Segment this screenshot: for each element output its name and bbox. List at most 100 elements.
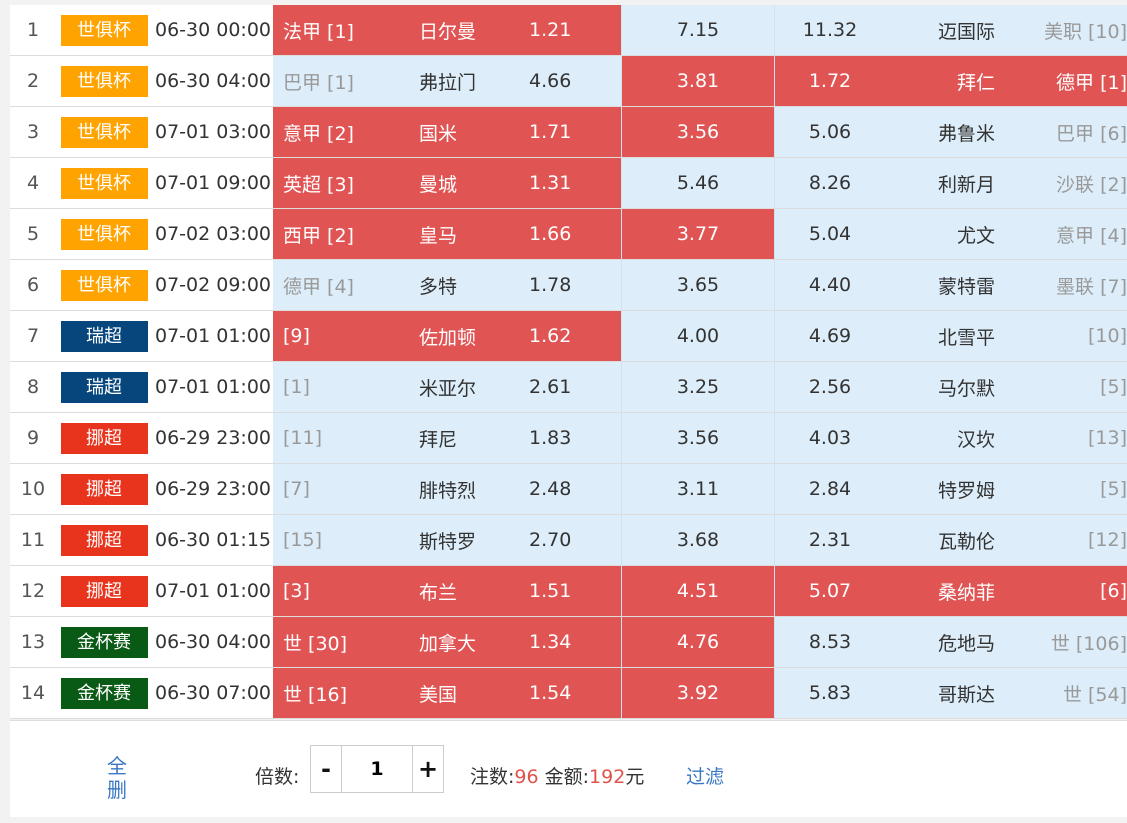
away-win-odds[interactable]: 4.03 [774,412,885,464]
away-rank[interactable]: [10] [1017,310,1127,362]
draw-odds[interactable]: 3.65 [621,259,775,311]
home-win-odds[interactable]: 2.70 [525,514,622,566]
draw-odds[interactable]: 4.76 [621,616,775,668]
home-team[interactable]: 米亚尔 [415,361,525,413]
home-team[interactable]: 日尔曼 [415,5,525,56]
away-win-odds[interactable]: 4.69 [774,310,885,362]
away-win-odds[interactable]: 5.07 [774,565,885,617]
home-rank[interactable]: [7] [273,463,415,515]
away-team[interactable]: 特罗姆 [885,463,1017,515]
home-rank[interactable]: 意甲 [2] [273,106,415,158]
draw-odds[interactable]: 3.25 [621,361,775,413]
home-rank[interactable]: [9] [273,310,415,362]
away-win-odds[interactable]: 8.53 [774,616,885,668]
increment-button[interactable]: + [413,746,443,792]
away-win-odds[interactable]: 8.26 [774,157,885,209]
away-team[interactable]: 瓦勒伦 [885,514,1017,566]
draw-odds[interactable]: 5.46 [621,157,775,209]
home-rank[interactable]: [1] [273,361,415,413]
home-rank[interactable]: 世 [30] [273,616,415,668]
away-team[interactable]: 马尔默 [885,361,1017,413]
away-win-odds[interactable]: 11.32 [774,5,885,56]
away-win-odds[interactable]: 4.40 [774,259,885,311]
away-team[interactable]: 桑纳菲 [885,565,1017,617]
home-rank[interactable]: 法甲 [1] [273,5,415,56]
away-rank[interactable]: 美职 [10] [1017,5,1127,56]
draw-odds[interactable]: 4.00 [621,310,775,362]
home-team[interactable]: 拜尼 [415,412,525,464]
home-win-odds[interactable]: 1.78 [525,259,622,311]
away-team[interactable]: 哥斯达 [885,667,1017,719]
away-win-odds[interactable]: 1.72 [774,55,885,107]
away-rank[interactable]: 意甲 [4] [1017,208,1127,260]
home-win-odds[interactable]: 4.66 [525,55,622,107]
home-team[interactable]: 国米 [415,106,525,158]
home-win-odds[interactable]: 1.83 [525,412,622,464]
home-team[interactable]: 弗拉门 [415,55,525,107]
away-team[interactable]: 尤文 [885,208,1017,260]
away-rank[interactable]: 世 [106] [1017,616,1127,668]
away-team[interactable]: 弗鲁米 [885,106,1017,158]
away-rank[interactable]: 世 [54] [1017,667,1127,719]
draw-odds[interactable]: 3.56 [621,106,775,158]
away-rank[interactable]: 德甲 [1] [1017,55,1127,107]
home-rank[interactable]: 世 [16] [273,667,415,719]
away-rank[interactable]: [13] [1017,412,1127,464]
away-win-odds[interactable]: 5.83 [774,667,885,719]
draw-odds[interactable]: 7.15 [621,5,775,56]
away-rank[interactable]: 巴甲 [6] [1017,106,1127,158]
home-rank[interactable]: 德甲 [4] [273,259,415,311]
away-team[interactable]: 利新月 [885,157,1017,209]
away-win-odds[interactable]: 2.84 [774,463,885,515]
draw-odds[interactable]: 4.51 [621,565,775,617]
away-win-odds[interactable]: 5.06 [774,106,885,158]
away-rank[interactable]: [5] [1017,361,1127,413]
home-team[interactable]: 美国 [415,667,525,719]
away-team[interactable]: 危地马 [885,616,1017,668]
away-win-odds[interactable]: 2.31 [774,514,885,566]
draw-odds[interactable]: 3.68 [621,514,775,566]
home-win-odds[interactable]: 1.51 [525,565,622,617]
draw-odds[interactable]: 3.92 [621,667,775,719]
draw-odds[interactable]: 3.81 [621,55,775,107]
home-team[interactable]: 佐加顿 [415,310,525,362]
away-win-odds[interactable]: 5.04 [774,208,885,260]
home-win-odds[interactable]: 1.62 [525,310,622,362]
away-rank[interactable]: [6] [1017,565,1127,617]
home-rank[interactable]: [3] [273,565,415,617]
home-rank[interactable]: [15] [273,514,415,566]
away-team[interactable]: 拜仁 [885,55,1017,107]
away-team[interactable]: 汉坎 [885,412,1017,464]
home-rank[interactable]: 巴甲 [1] [273,55,415,107]
draw-odds[interactable]: 3.11 [621,463,775,515]
home-team[interactable]: 腓特烈 [415,463,525,515]
away-rank[interactable]: 墨联 [7] [1017,259,1127,311]
away-rank[interactable]: [12] [1017,514,1127,566]
multiplier-input[interactable]: 1 [341,746,413,792]
home-rank[interactable]: [11] [273,412,415,464]
home-win-odds[interactable]: 2.61 [525,361,622,413]
filter-link[interactable]: 过滤 [686,762,724,789]
away-rank[interactable]: 沙联 [2] [1017,157,1127,209]
home-win-odds[interactable]: 1.54 [525,667,622,719]
delete-all-button[interactable]: 全删 [102,754,132,802]
home-team[interactable]: 曼城 [415,157,525,209]
away-rank[interactable]: [5] [1017,463,1127,515]
home-win-odds[interactable]: 1.31 [525,157,622,209]
home-team[interactable]: 斯特罗 [415,514,525,566]
decrement-button[interactable]: - [311,746,341,792]
away-team[interactable]: 蒙特雷 [885,259,1017,311]
home-team[interactable]: 皇马 [415,208,525,260]
home-team[interactable]: 加拿大 [415,616,525,668]
draw-odds[interactable]: 3.77 [621,208,775,260]
home-rank[interactable]: 英超 [3] [273,157,415,209]
home-win-odds[interactable]: 1.34 [525,616,622,668]
home-team[interactable]: 布兰 [415,565,525,617]
home-rank[interactable]: 西甲 [2] [273,208,415,260]
home-win-odds[interactable]: 1.71 [525,106,622,158]
home-team[interactable]: 多特 [415,259,525,311]
draw-odds[interactable]: 3.56 [621,412,775,464]
away-win-odds[interactable]: 2.56 [774,361,885,413]
home-win-odds[interactable]: 2.48 [525,463,622,515]
home-win-odds[interactable]: 1.21 [525,5,622,56]
